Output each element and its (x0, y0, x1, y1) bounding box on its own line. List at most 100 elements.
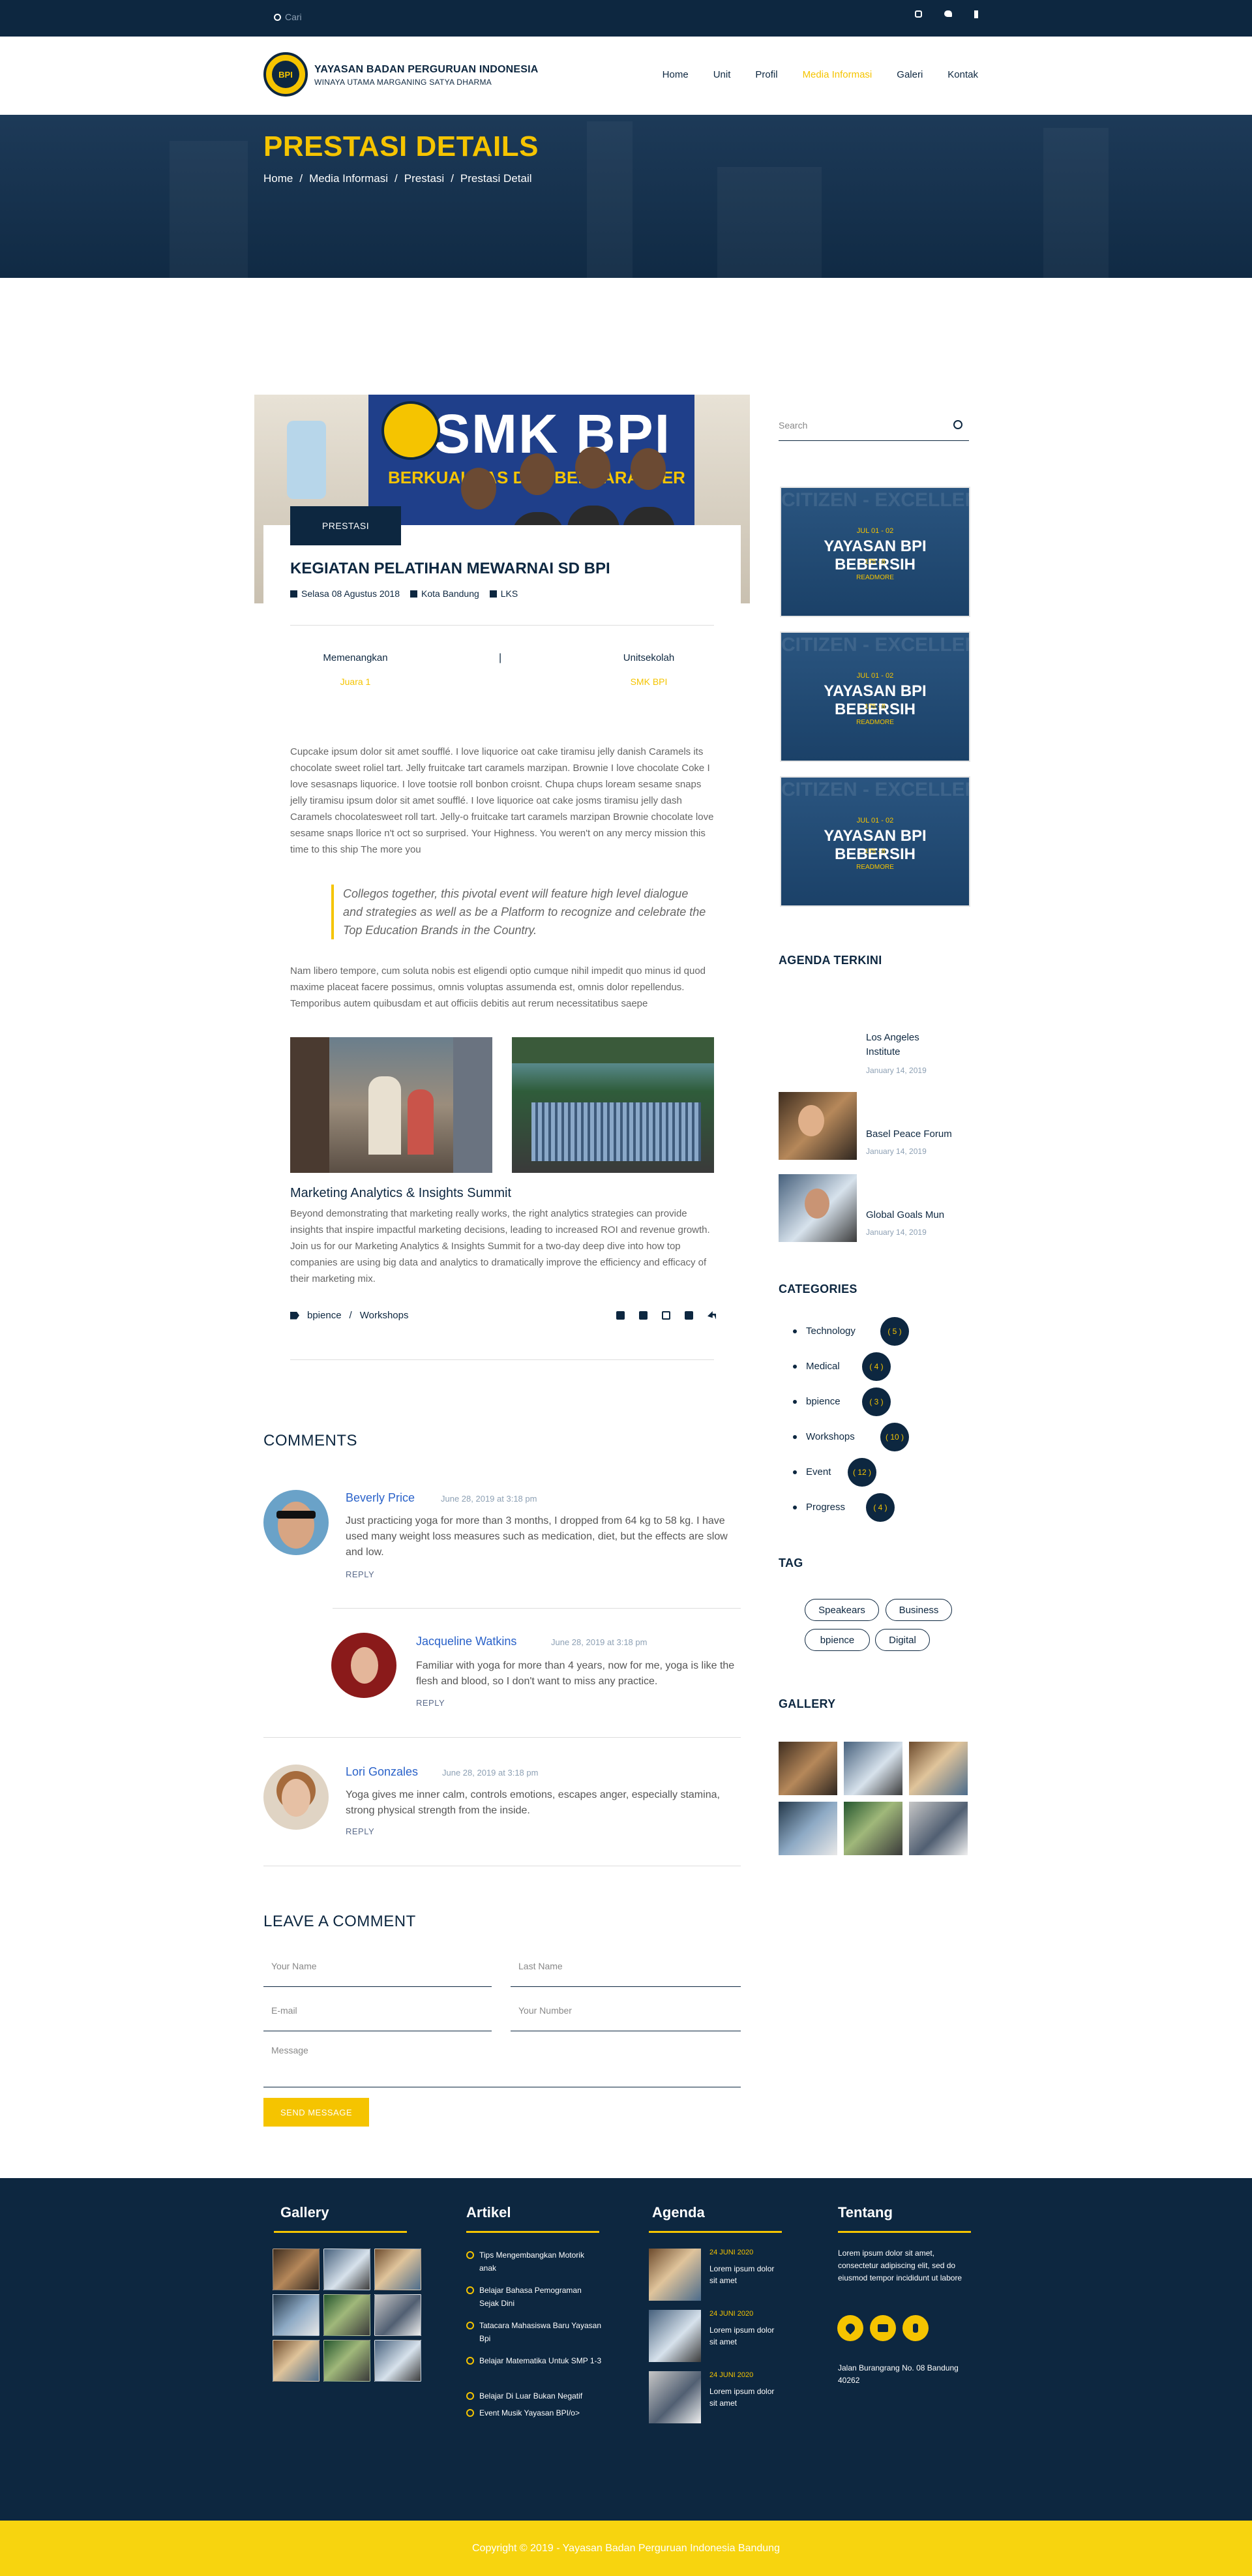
agenda-title[interactable]: Los Angeles Institute (866, 1031, 938, 1059)
nav-home[interactable]: Home (663, 69, 689, 80)
article-tag-workshops[interactable]: Workshops (360, 1310, 409, 1321)
search-icon[interactable] (953, 420, 962, 429)
twitter-icon[interactable] (944, 10, 952, 17)
copyright-bar: Copyright © 2019 - Yayasan Badan Perguru… (0, 2521, 1252, 2576)
footer-agenda-image[interactable] (649, 2371, 701, 2423)
footer-gallery-image[interactable] (374, 2340, 421, 2382)
footer-agenda-image[interactable] (649, 2310, 701, 2362)
nav-profil[interactable]: Profil (755, 69, 777, 80)
footer-gallery-image[interactable] (273, 2340, 320, 2382)
footer-agenda-text[interactable]: Lorem ipsum dolor sit amet (709, 2263, 781, 2286)
brand-logo[interactable]: BPI (263, 52, 308, 97)
readmore-link[interactable]: READMORE (781, 574, 969, 581)
agenda-title[interactable]: Global Goals Mun (866, 1208, 944, 1222)
comment-author[interactable]: Jacqueline Watkins (416, 1635, 516, 1648)
footer-gallery-image[interactable] (273, 2249, 320, 2290)
footer-article-link[interactable]: Tips Mengembangkan Motorik anak (466, 2249, 603, 2275)
readmore-link[interactable]: READMORE (781, 719, 969, 726)
category-badge[interactable]: PRESTASI (290, 506, 401, 545)
breadcrumb-home[interactable]: Home (263, 172, 293, 185)
top-search[interactable]: Cari (274, 12, 302, 22)
footer-gallery-image[interactable] (374, 2249, 421, 2290)
breadcrumb-media[interactable]: Media Informasi (309, 172, 388, 185)
footer-gallery-image[interactable] (323, 2249, 370, 2290)
reply-button[interactable]: REPLY (346, 1826, 374, 1836)
lastname-field[interactable]: Last Name (511, 1954, 741, 1987)
top-social (915, 10, 978, 18)
tag-bpience[interactable]: bpience (805, 1629, 870, 1651)
gallery-image[interactable] (844, 1802, 902, 1855)
footer-article-link[interactable]: Belajar Bahasa Pemograman Sejak Dini (466, 2284, 603, 2310)
gallery-image[interactable] (779, 1742, 837, 1795)
footer-article-link[interactable]: Tatacara Mahasiswa Baru Yayasan Bpi (466, 2319, 603, 2345)
tag-digital[interactable]: Digital (875, 1629, 930, 1651)
agenda-image[interactable] (779, 1092, 857, 1160)
reply-button[interactable]: REPLY (346, 1569, 374, 1579)
comment-text: Familiar with yoga for more than 4 years… (416, 1660, 735, 1687)
promo-card[interactable]: CITIZEN - EXCELLENT - BETTER JUL 01 - 02… (780, 776, 970, 907)
promo-card[interactable]: CITIZEN - EXCELLENT - BETTER JUL 01 - 02… (780, 631, 970, 762)
number-field[interactable]: Your Number (511, 1999, 741, 2031)
article-title: KEGIATAN PELATIHAN MEWARNAI SD BPI (290, 560, 610, 577)
gallery-image[interactable] (844, 1742, 902, 1795)
nav-galeri[interactable]: Galeri (897, 69, 923, 80)
footer-agenda-text[interactable]: Lorem ipsum dolor sit amet (709, 2324, 781, 2348)
stat-separator: | (499, 652, 502, 663)
sidebar-search[interactable]: Search (779, 417, 969, 441)
category-workshops[interactable]: Workshops( 10 ) (793, 1422, 909, 1451)
gallery-image[interactable] (909, 1802, 968, 1855)
sidebar-search-input[interactable]: Search (779, 420, 807, 431)
article-tag-bpience[interactable]: bpience (307, 1310, 342, 1321)
top-search-input[interactable]: Cari (285, 12, 302, 22)
category-event[interactable]: Event( 12 ) (793, 1457, 876, 1487)
footer-article-link[interactable]: Belajar Di Luar Bukan Negatif (466, 2389, 603, 2402)
article-subheading: Marketing Analytics & Insights Summit (290, 1186, 512, 1200)
facebook-icon[interactable] (974, 10, 978, 18)
location-icon[interactable] (837, 2315, 863, 2341)
footer-article-link[interactable]: Event Musik Yayasan BPI/o> (466, 2406, 603, 2419)
tag-business[interactable]: Business (886, 1599, 952, 1621)
linkedin-icon[interactable] (616, 1311, 625, 1320)
comment-author[interactable]: Beverly Price (346, 1491, 415, 1505)
brand-text[interactable]: YAYASAN BADAN PERGURUAN INDONESIA WINAYA… (314, 64, 539, 87)
agenda-image[interactable] (779, 1174, 857, 1242)
achievement-stats: Memenangkan Juara 1 | Unitsekolah SMK BP… (290, 652, 714, 705)
footer-agenda-text[interactable]: Lorem ipsum dolor sit amet (709, 2386, 781, 2409)
promo-card[interactable]: CITIZEN - EXCELLENT - BETTER JUL 01 - 02… (780, 487, 970, 617)
message-field[interactable]: Message (263, 2038, 741, 2087)
footer-gallery-image[interactable] (374, 2294, 421, 2336)
nav-media-informasi[interactable]: Media Informasi (803, 69, 872, 80)
article-quote: Collegos together, this pivotal event wi… (331, 885, 711, 939)
nav-kontak[interactable]: Kontak (947, 69, 978, 80)
gallery-image[interactable] (779, 1802, 837, 1855)
email-field[interactable]: E-mail (263, 1999, 492, 2031)
instagram-icon[interactable] (662, 1311, 670, 1320)
name-field[interactable]: Your Name (263, 1954, 492, 1987)
readmore-link[interactable]: READMORE (781, 864, 969, 871)
divider (290, 1359, 714, 1360)
send-message-button[interactable]: SEND MESSAGE (263, 2098, 369, 2127)
facebook-icon[interactable] (685, 1311, 693, 1320)
footer-article-link[interactable]: Belajar Matematika Untuk SMP 1-3 (466, 2354, 603, 2367)
nav-unit[interactable]: Unit (713, 69, 731, 80)
category-progress[interactable]: Progress( 4 ) (793, 1493, 895, 1522)
gallery-image[interactable] (909, 1742, 968, 1795)
instagram-icon[interactable] (915, 10, 922, 18)
share-icon[interactable] (708, 1311, 716, 1320)
tag-speakears[interactable]: Speakears (805, 1599, 879, 1621)
footer-gallery-image[interactable] (323, 2340, 370, 2382)
article-photo-assembly (512, 1037, 714, 1173)
footer-agenda-image[interactable] (649, 2249, 701, 2301)
agenda-title[interactable]: Basel Peace Forum (866, 1127, 952, 1142)
category-medical[interactable]: Medical( 4 ) (793, 1352, 891, 1381)
twitter-icon[interactable] (639, 1311, 648, 1320)
phone-icon[interactable] (902, 2315, 929, 2341)
footer-gallery-image[interactable] (323, 2294, 370, 2336)
category-technology[interactable]: Technology( 5 ) (793, 1316, 909, 1346)
category-bpience[interactable]: bpience( 3 ) (793, 1387, 891, 1416)
comment-author[interactable]: Lori Gonzales (346, 1765, 418, 1779)
breadcrumb-prestasi[interactable]: Prestasi (404, 172, 444, 185)
reply-button[interactable]: REPLY (416, 1698, 445, 1708)
mail-icon[interactable] (870, 2315, 896, 2341)
footer-gallery-image[interactable] (273, 2294, 320, 2336)
